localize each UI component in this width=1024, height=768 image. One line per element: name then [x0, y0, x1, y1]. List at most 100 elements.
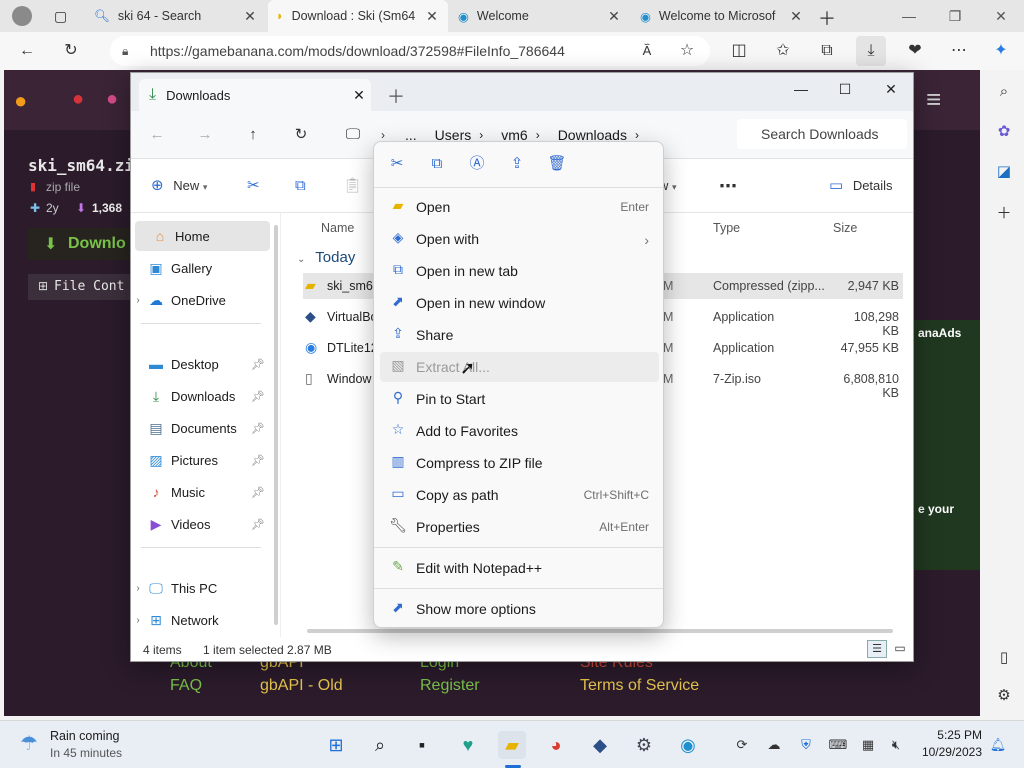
- footer-link-gbapi-old[interactable]: gbAPI - Old: [260, 677, 343, 695]
- split-screen-icon[interactable]: ◫: [724, 36, 754, 66]
- maximize-button[interactable]: ☐: [823, 75, 867, 103]
- browser-tab-profile[interactable]: ▢: [4, 0, 84, 32]
- nav-item-this-pc[interactable]: › 🖵︎ This PC: [131, 573, 271, 603]
- download-button[interactable]: ⬇ Downlo: [28, 228, 138, 260]
- more-menu-icon[interactable]: ⋯: [944, 36, 974, 66]
- weather-title[interactable]: Rain coming: [50, 729, 119, 743]
- read-aloud-icon[interactable]: A᷈: [632, 36, 662, 66]
- shield-icon[interactable]: ⛨: [796, 735, 816, 755]
- speaker-muted-icon[interactable]: 🔇︎: [886, 735, 906, 755]
- cloud-icon[interactable]: ☁: [764, 735, 784, 755]
- copilot-sidebar-icon[interactable]: ✿: [992, 120, 1016, 144]
- rename-icon[interactable]: Ⓐ: [464, 152, 490, 176]
- nav-item-videos[interactable]: ▶ Videos 📌︎: [131, 509, 271, 539]
- performance-icon[interactable]: ❤︎: [900, 36, 930, 66]
- file-explorer-icon[interactable]: ▰: [498, 731, 526, 759]
- clock-time[interactable]: 5:25 PM: [928, 728, 982, 742]
- copy-icon[interactable]: ⧉: [295, 173, 306, 199]
- more-options-icon[interactable]: ⋯: [719, 173, 737, 199]
- menu-item-add-favorites[interactable]: ☆ Add to Favorites: [380, 416, 659, 446]
- clock-date[interactable]: 10/29/2023: [912, 745, 982, 759]
- menu-item-edit-notepad[interactable]: ✎ Edit with Notepad++: [380, 553, 659, 583]
- downloads-icon[interactable]: ⤓: [856, 36, 886, 66]
- browser-tab-download[interactable]: ◗ Download : Ski (Sm64 ✕: [268, 0, 448, 32]
- nav-item-downloads[interactable]: ⤓ Downloads 📌︎: [131, 381, 271, 411]
- character-icon[interactable]: ●: [106, 88, 118, 111]
- collections-icon[interactable]: ⧉: [812, 36, 842, 66]
- file-contents-toggle[interactable]: ⊞ File Cont: [28, 274, 138, 300]
- gamebanana-logo-icon[interactable]: ●: [14, 88, 27, 114]
- group-header[interactable]: ⌄ Today: [297, 249, 355, 266]
- paste-icon[interactable]: 📋︎: [343, 173, 362, 199]
- add-icon[interactable]: ＋: [992, 202, 1016, 226]
- browser-tab-search[interactable]: 🔍︎ ski 64 - Search ✕: [86, 0, 266, 32]
- nav-item-gallery[interactable]: ▣ Gallery: [131, 253, 271, 283]
- close-icon[interactable]: ✕: [424, 8, 440, 25]
- menu-item-open[interactable]: ▰ Open Enter: [380, 192, 659, 222]
- footer-link-register[interactable]: Register: [420, 677, 480, 695]
- nav-item-documents[interactable]: ▤ Documents 📌︎: [131, 413, 271, 443]
- browser-tab-welcome[interactable]: ◉ Welcome ✕: [450, 0, 630, 32]
- weather-subtitle[interactable]: In 45 minutes: [50, 746, 122, 760]
- minimize-button[interactable]: —: [886, 0, 932, 32]
- new-tab-button[interactable]: ＋: [387, 83, 405, 109]
- computer-icon[interactable]: 🖵︎: [341, 123, 365, 147]
- back-button[interactable]: ←: [12, 36, 42, 66]
- weather-rain-icon[interactable]: ☂: [20, 731, 38, 756]
- nav-item-music[interactable]: ♪ Music 📌︎: [131, 477, 271, 507]
- refresh-icon[interactable]: ↻: [289, 123, 313, 147]
- refresh-button[interactable]: ↻: [56, 36, 86, 66]
- close-icon[interactable]: ✕: [606, 8, 622, 25]
- column-header-name[interactable]: Name: [321, 221, 354, 235]
- close-icon[interactable]: ✕: [788, 8, 804, 25]
- nav-item-desktop[interactable]: ▬ Desktop 📌︎: [131, 349, 271, 379]
- sync-icon[interactable]: ⟳: [732, 735, 752, 755]
- nav-item-network[interactable]: › ⊞ Network: [131, 605, 271, 635]
- close-window-button[interactable]: ✕: [978, 0, 1024, 32]
- column-header-type[interactable]: Type: [713, 221, 740, 235]
- virtualbox-icon[interactable]: ◆: [586, 731, 614, 759]
- start-windows-icon[interactable]: ⊞: [322, 731, 350, 759]
- share-icon[interactable]: ⇪: [504, 152, 530, 176]
- search-icon[interactable]: ⌕: [992, 80, 1016, 104]
- cut-icon[interactable]: ✂: [247, 173, 260, 199]
- settings-gear-icon[interactable]: ⚙: [630, 731, 658, 759]
- menu-item-show-more[interactable]: ⬈ Show more options: [380, 594, 659, 624]
- delete-icon[interactable]: 🗑︎: [544, 152, 570, 176]
- chrome-icon[interactable]: ◕: [542, 731, 570, 759]
- hamburger-menu-icon[interactable]: ≡: [926, 84, 941, 115]
- keyboard-icon[interactable]: ⌨: [828, 735, 848, 755]
- sidebar-toggle-icon[interactable]: ▯: [992, 646, 1016, 670]
- menu-item-open-new-tab[interactable]: ⧉ Open in new tab: [380, 256, 659, 286]
- favorite-star-icon[interactable]: ☆: [672, 36, 702, 66]
- advertisement[interactable]: anaAds e your: [914, 320, 980, 570]
- explorer-tab-downloads[interactable]: ⤓ Downloads ✕: [139, 79, 371, 111]
- nav-item-home[interactable]: ⌂ Home: [135, 221, 270, 251]
- chevron-right-icon[interactable]: ›: [131, 583, 145, 594]
- menu-item-extract-all[interactable]: ▧ Extract All...: [380, 352, 659, 382]
- settings-gear-icon[interactable]: ⚙: [992, 684, 1016, 708]
- favorites-icon[interactable]: ✩: [768, 36, 798, 66]
- notification-bell-icon[interactable]: 🔔︎: [988, 735, 1008, 755]
- copilot-icon[interactable]: ✦: [986, 36, 1016, 66]
- footer-link-faq[interactable]: FAQ: [170, 677, 202, 695]
- menu-item-pin-to-start[interactable]: ⚲ Pin to Start: [380, 384, 659, 414]
- lock-icon[interactable]: 🔒︎: [122, 44, 144, 59]
- menu-item-copy-path[interactable]: ▭ Copy as path Ctrl+Shift+C: [380, 480, 659, 510]
- search-input[interactable]: Search Downloads: [737, 119, 907, 149]
- minimize-button[interactable]: —: [779, 75, 823, 103]
- outlook-icon[interactable]: ◪: [992, 160, 1016, 184]
- cut-icon[interactable]: ✂: [384, 152, 410, 176]
- chevron-right-icon[interactable]: ›: [131, 295, 145, 306]
- menu-item-open-new-window[interactable]: ⬈ Open in new window: [380, 288, 659, 318]
- menu-item-properties[interactable]: 🔧︎ Properties Alt+Enter: [380, 512, 659, 542]
- task-view-icon[interactable]: ▪: [408, 731, 436, 759]
- new-tab-button[interactable]: ＋: [818, 5, 836, 31]
- network-icon[interactable]: ▦: [858, 735, 878, 755]
- copy-icon[interactable]: ⧉: [424, 152, 450, 176]
- restore-button[interactable]: ❐: [932, 0, 978, 32]
- edge-icon[interactable]: ◉: [674, 731, 702, 759]
- details-button[interactable]: ▭ Details: [829, 173, 893, 199]
- tiles-view-icon[interactable]: ▭: [891, 640, 909, 658]
- close-icon[interactable]: ✕: [242, 8, 258, 25]
